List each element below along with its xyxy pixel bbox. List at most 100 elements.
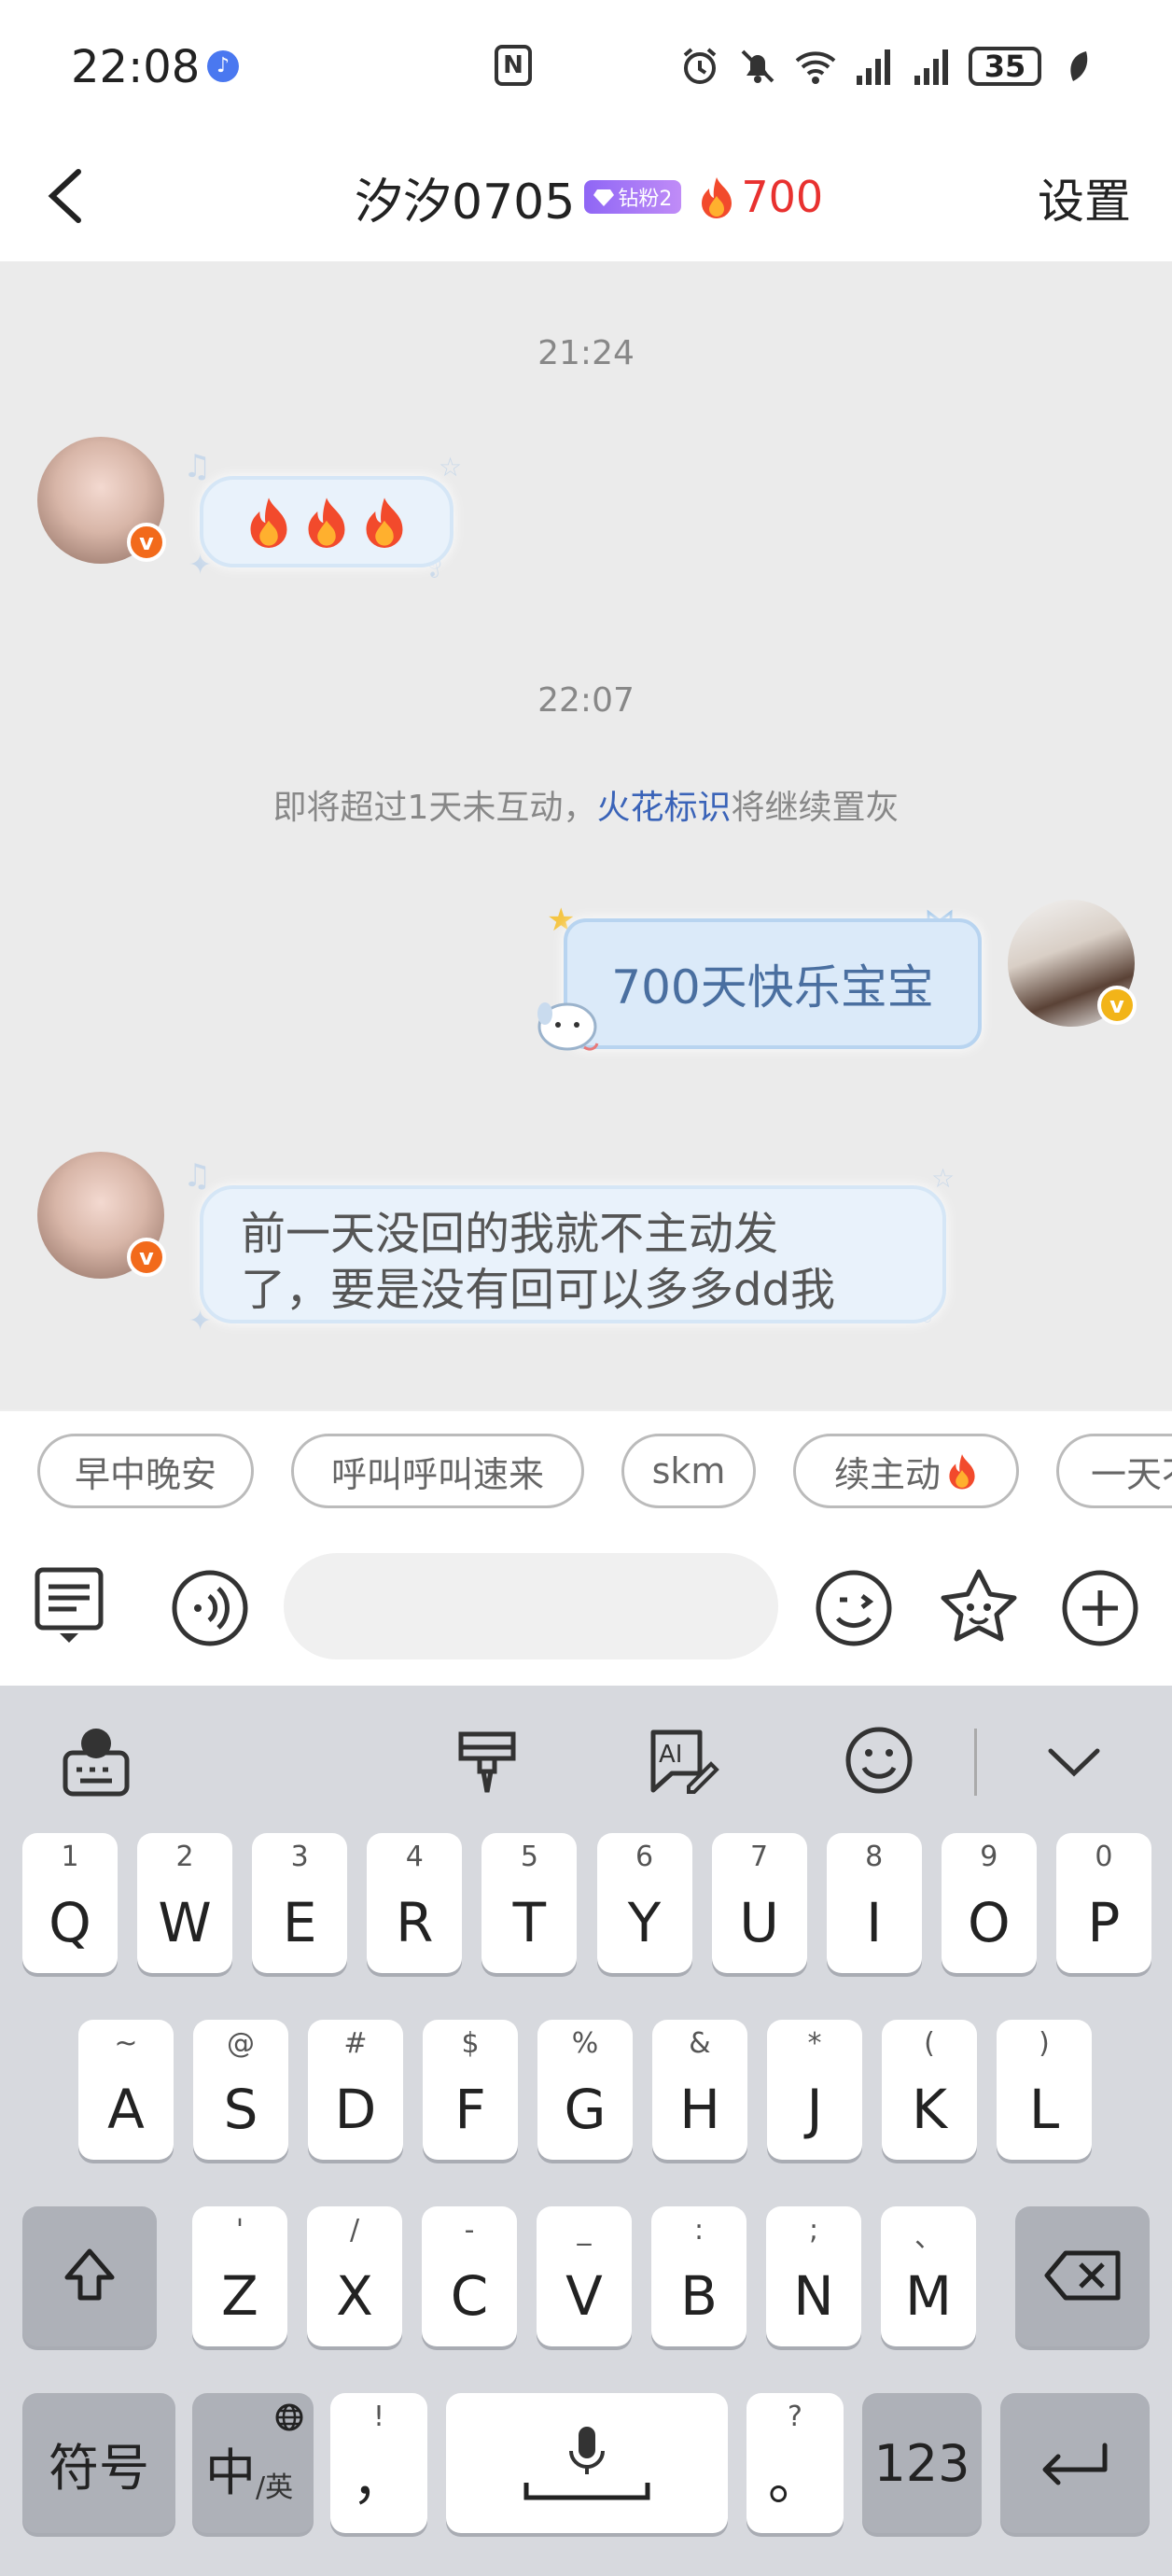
key-sub-label: ) bbox=[1039, 2027, 1050, 2060]
key-o[interactable]: 9O bbox=[941, 1833, 1037, 1973]
system-notice: 即将超过1天未互动，火花标识将继续置灰 bbox=[0, 780, 1172, 829]
message-text-line: 了，要是没有回可以多多dd我 bbox=[241, 1264, 835, 1316]
key-h[interactable]: & H bbox=[652, 2020, 747, 2160]
key-e[interactable]: 3E bbox=[252, 1833, 348, 1973]
fire-icon bbox=[949, 1454, 975, 1490]
key-sub-label: $ bbox=[461, 2027, 480, 2060]
quick-reply-chip[interactable]: 早中晚安 bbox=[37, 1434, 254, 1508]
message-bubble-long[interactable]: 前一天没回的我就不主动发 了，要是没有回可以多多dd我 bbox=[200, 1185, 946, 1323]
back-arrow-icon[interactable] bbox=[37, 159, 103, 233]
symbols-key[interactable]: 符号 bbox=[22, 2393, 175, 2533]
keyboard: AI 1Q2W3E4R5T6Y7U8I9O0P ~ A @ S # D $ F% G & H * J(K… bbox=[0, 1686, 1172, 2576]
key-sub-label: - bbox=[464, 2214, 475, 2247]
message-bubble-mine[interactable]: 700天快乐宝宝 bbox=[564, 918, 982, 1049]
key-sub-label: 0 bbox=[1095, 1841, 1113, 1873]
key-j[interactable]: * J bbox=[767, 2020, 862, 2160]
lang-english-label: /英 bbox=[256, 2471, 294, 2504]
paint-brush-icon[interactable] bbox=[452, 1727, 523, 1798]
space-key[interactable] bbox=[446, 2393, 728, 2533]
enter-key[interactable] bbox=[1000, 2393, 1150, 2533]
keyboard-language-icon[interactable] bbox=[62, 1723, 131, 1798]
music-app-icon: ♪ bbox=[207, 50, 239, 82]
key-g[interactable]: % G bbox=[537, 2020, 633, 2160]
key-main-label: ， bbox=[351, 2448, 406, 2512]
keyboard-emoji-icon[interactable] bbox=[844, 1725, 914, 1796]
key-main-label: C bbox=[450, 2264, 489, 2328]
star-decoration-icon: ☆ bbox=[439, 452, 463, 483]
add-more-icon[interactable] bbox=[1060, 1568, 1140, 1648]
key-f[interactable]: $ F bbox=[423, 2020, 518, 2160]
key-i[interactable]: 8I bbox=[826, 1833, 922, 1973]
symbols-key-label: 符号 bbox=[49, 2438, 149, 2498]
key-c[interactable]: -C bbox=[422, 2206, 517, 2346]
key-b[interactable]: :B bbox=[651, 2206, 746, 2346]
key-s[interactable]: @ S bbox=[193, 2020, 288, 2160]
wifi-icon bbox=[795, 51, 836, 84]
alarm-icon bbox=[683, 48, 717, 84]
key-sub-label: # bbox=[343, 2027, 368, 2060]
quick-reply-chip[interactable]: skm bbox=[621, 1434, 756, 1508]
quick-reply-chip[interactable]: 一天不 bbox=[1056, 1434, 1172, 1508]
message-menu-icon[interactable] bbox=[34, 1566, 105, 1648]
key-a[interactable]: ~ A bbox=[78, 2020, 174, 2160]
key-d[interactable]: # D bbox=[308, 2020, 403, 2160]
fan-level-label: 钻粉2 bbox=[618, 188, 673, 211]
key-n[interactable]: ; N bbox=[766, 2206, 861, 2346]
collapse-keyboard-icon[interactable] bbox=[1045, 1743, 1103, 1781]
key-r[interactable]: 4R bbox=[367, 1833, 463, 1973]
key-w[interactable]: 2W bbox=[137, 1833, 233, 1973]
key-main-label: P bbox=[1087, 1891, 1121, 1954]
emoji-icon[interactable] bbox=[814, 1568, 894, 1648]
key-sub-label: 9 bbox=[980, 1841, 998, 1873]
key-main-label: L bbox=[1028, 2078, 1060, 2141]
leaf-icon bbox=[1070, 51, 1088, 81]
ai-write-icon[interactable]: AI bbox=[646, 1725, 720, 1799]
key-sub-label: 、 bbox=[914, 2221, 942, 2254]
battery-indicator: 35 bbox=[969, 47, 1041, 86]
key-main-label: E bbox=[282, 1891, 317, 1954]
spark-mark-link[interactable]: 火花标识 bbox=[596, 789, 731, 827]
comma-key[interactable]: ! ， bbox=[330, 2393, 427, 2533]
key-main-label: X bbox=[336, 2264, 373, 2328]
sticker-star-icon[interactable] bbox=[937, 1566, 1021, 1650]
chat-header: 汐汐0705 钻粉2 700 设置 bbox=[0, 131, 1172, 261]
quick-reply-label: 续主动 bbox=[833, 1453, 941, 1495]
my-avatar[interactable]: v bbox=[1008, 900, 1137, 1027]
quick-reply-chip[interactable]: 呼叫呼叫速来 bbox=[291, 1434, 584, 1508]
numbers-key-label: 123 bbox=[873, 2433, 970, 2493]
key-y[interactable]: 6Y bbox=[596, 1833, 692, 1973]
key-t[interactable]: 5T bbox=[481, 1833, 578, 1973]
key-x[interactable]: / X bbox=[307, 2206, 402, 2346]
key-main-label: B bbox=[680, 2264, 718, 2328]
shift-key[interactable] bbox=[22, 2206, 157, 2346]
chat-title[interactable]: 汐汐0705 钻粉2 700 bbox=[355, 155, 823, 239]
key-v[interactable]: _ V bbox=[537, 2206, 632, 2346]
key-m[interactable]: 、 M bbox=[881, 2206, 976, 2346]
backspace-key[interactable] bbox=[1015, 2206, 1150, 2346]
key-k[interactable]: (K bbox=[882, 2020, 977, 2160]
music-note-decoration-icon: ♫ bbox=[183, 1157, 212, 1195]
verified-badge-icon: v bbox=[1097, 986, 1137, 1025]
message-input[interactable] bbox=[284, 1553, 778, 1659]
message-bubble-fires[interactable] bbox=[200, 476, 453, 567]
language-switch-key[interactable]: 中 /英 bbox=[192, 2393, 314, 2533]
contact-avatar[interactable]: v bbox=[37, 437, 166, 564]
contact-avatar[interactable]: v bbox=[37, 1152, 166, 1279]
key-sub-label: & bbox=[689, 2027, 711, 2060]
key-z[interactable]: ' Z bbox=[192, 2206, 287, 2346]
key-main-label: Q bbox=[49, 1891, 91, 1954]
key-q[interactable]: 1Q bbox=[22, 1833, 118, 1973]
quick-reply-chip[interactable]: 续主动 bbox=[793, 1434, 1019, 1508]
voice-input-icon[interactable] bbox=[170, 1568, 250, 1648]
key-main-label: 。 bbox=[767, 2448, 822, 2512]
fire-emoji-icon bbox=[250, 497, 287, 548]
numbers-key[interactable]: 123 bbox=[862, 2393, 982, 2533]
spark-counter: 700 bbox=[698, 172, 823, 222]
key-sub-label: ' bbox=[235, 2214, 244, 2247]
period-key[interactable]: ? 。 bbox=[746, 2393, 844, 2533]
key-p[interactable]: 0P bbox=[1055, 1833, 1151, 1973]
key-l[interactable]: ) L bbox=[997, 2020, 1092, 2160]
settings-button[interactable]: 设置 bbox=[1038, 164, 1131, 231]
key-main-label: M bbox=[904, 2264, 953, 2328]
key-u[interactable]: 7U bbox=[711, 1833, 807, 1973]
